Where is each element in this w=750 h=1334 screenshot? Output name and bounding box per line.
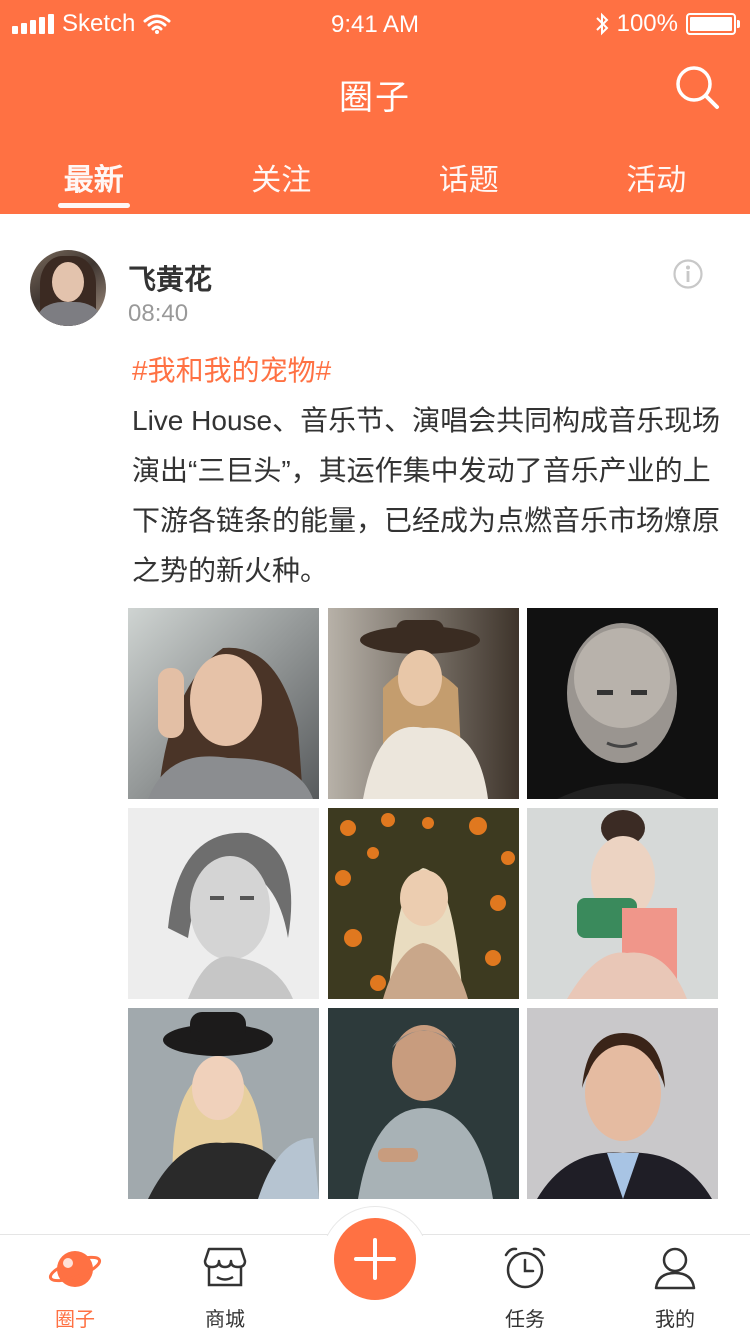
tab-me[interactable]: 我的 [600,1235,750,1334]
post-card: 飞黄花 08:40 #我和我的宠物# Live House、音乐节、演唱会共同构… [0,214,750,1234]
post-topic-tag[interactable]: #我和我的宠物# [132,346,722,396]
shop-icon [203,1247,247,1287]
publish-button[interactable] [334,1218,416,1300]
tab-latest[interactable]: 最新 [0,150,188,214]
tab-topics[interactable]: 话题 [375,150,563,214]
photo-4[interactable] [128,808,319,999]
photo-9[interactable] [527,1008,718,1199]
tab-label-circle: 圈子 [55,1309,95,1331]
tab-following[interactable]: 关注 [188,150,376,214]
photo-8[interactable] [328,1008,519,1199]
post-username[interactable]: 飞黄花 [128,258,212,298]
status-right: 100% [595,10,740,38]
post-body: #我和我的宠物# Live House、音乐节、演唱会共同构成音乐现场演出“三巨… [132,346,722,596]
photo-grid [128,608,720,1200]
bluetooth-icon [595,12,609,36]
page-title: 圈子 [339,79,411,117]
avatar[interactable] [30,250,106,326]
photo-2[interactable] [328,608,519,799]
tab-label-shop: 商城 [205,1309,245,1331]
post-text: Live House、音乐节、演唱会共同构成音乐现场演出“三巨头”，其运作集中发… [132,405,721,586]
planet-icon [48,1251,102,1287]
search-icon[interactable] [674,64,720,110]
battery-icon [686,13,740,35]
tab-circle[interactable]: 圈子 [0,1235,150,1334]
tab-tasks[interactable]: 任务 [450,1235,600,1334]
post-time: 08:40 [128,300,189,327]
tab-shop[interactable]: 商城 [150,1235,300,1334]
photo-3[interactable] [527,608,718,799]
top-tabs: 最新 关注 话题 活动 [0,150,750,214]
user-icon [654,1247,696,1290]
photo-6[interactable] [527,808,718,999]
photo-7[interactable] [128,1008,319,1199]
status-bar: Sketch 9:41 AM 100% [0,0,750,48]
alarm-clock-icon [504,1247,546,1289]
app-header: Sketch 9:41 AM 100% 圈子 最新 关注 话题 活动 [0,0,750,214]
photo-1[interactable] [128,608,319,799]
tab-label-me: 我的 [655,1309,695,1331]
tab-label-tasks: 任务 [505,1309,545,1331]
battery-percent: 100% [616,10,678,37]
info-icon[interactable] [672,258,704,290]
tab-events[interactable]: 活动 [563,150,750,214]
photo-5[interactable] [328,808,519,999]
